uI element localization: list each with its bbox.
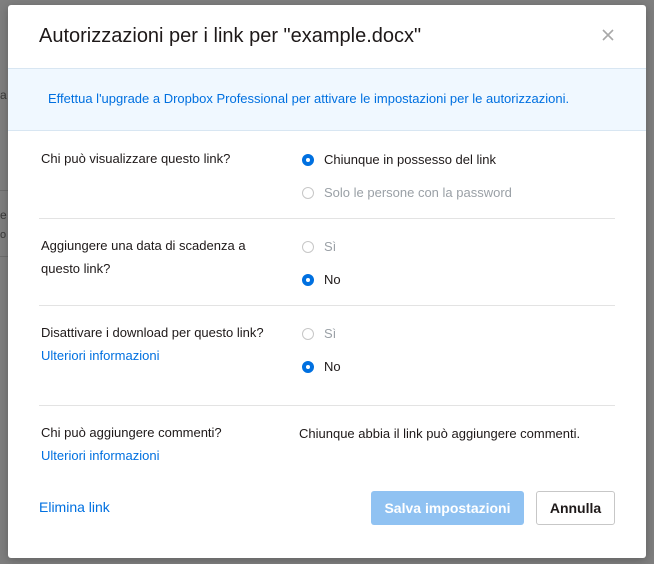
background-divider [0,190,8,191]
radio-label: Chiunque in possesso del link [324,152,496,167]
cancel-button[interactable]: Annulla [536,491,615,525]
radio-button[interactable] [302,327,314,340]
radio-button[interactable] [302,186,314,199]
radio-button[interactable] [302,240,314,253]
save-settings-button[interactable]: Salva impostazioni [371,491,524,525]
radio-expiration-no[interactable]: No [302,272,341,287]
link-permissions-dialog: Autorizzazioni per i link per "example.d… [8,5,646,558]
downloads-learn-more-link[interactable]: Ulteriori informazioni [41,348,159,363]
downloads-label: Disattivare i download per questo link? … [41,321,271,367]
delete-link[interactable]: Elimina link [39,499,110,515]
section-divider [39,405,615,406]
radio-downloads-no[interactable]: No [302,359,341,374]
upgrade-banner: Effettua l'upgrade a Dropbox Professiona… [8,68,646,131]
comments-setting-value: Chiunque abbia il link può aggiungere co… [299,426,581,441]
visibility-label: Chi può visualizzare questo link? [41,151,231,166]
close-icon [602,29,614,41]
radio-label: Solo le persone con la password [324,185,512,200]
radio-password-only[interactable]: Solo le persone con la password [302,185,512,200]
comments-label-text: Chi può aggiungere commenti? [41,425,222,440]
downloads-label-text: Disattivare i download per questo link? [41,325,264,340]
background-divider [0,256,8,257]
radio-expiration-yes[interactable]: Sì [302,239,336,254]
comments-label: Chi può aggiungere commenti? Ulteriori i… [41,421,271,467]
close-button[interactable] [600,27,616,43]
radio-button[interactable] [302,153,314,166]
background-fragment: o [0,229,7,241]
radio-label: Sì [324,239,337,254]
radio-anyone-with-link[interactable]: Chiunque in possesso del link [302,152,496,167]
background-fragment: a [0,88,7,102]
radio-label: No [324,359,341,374]
section-divider [39,218,615,219]
radio-button[interactable] [302,273,314,286]
background-fragment: e [0,208,7,222]
radio-downloads-yes[interactable]: Sì [302,326,336,341]
upgrade-link[interactable]: Effettua l'upgrade a Dropbox Professiona… [48,91,569,106]
radio-button[interactable] [302,360,314,373]
section-divider [39,305,615,306]
comments-learn-more-link[interactable]: Ulteriori informazioni [41,448,159,463]
dialog-title: Autorizzazioni per i link per "example.d… [39,25,422,47]
radio-label: No [324,272,341,287]
expiration-label: Aggiungere una data di scadenza a questo… [41,238,246,276]
radio-label: Sì [324,326,337,341]
